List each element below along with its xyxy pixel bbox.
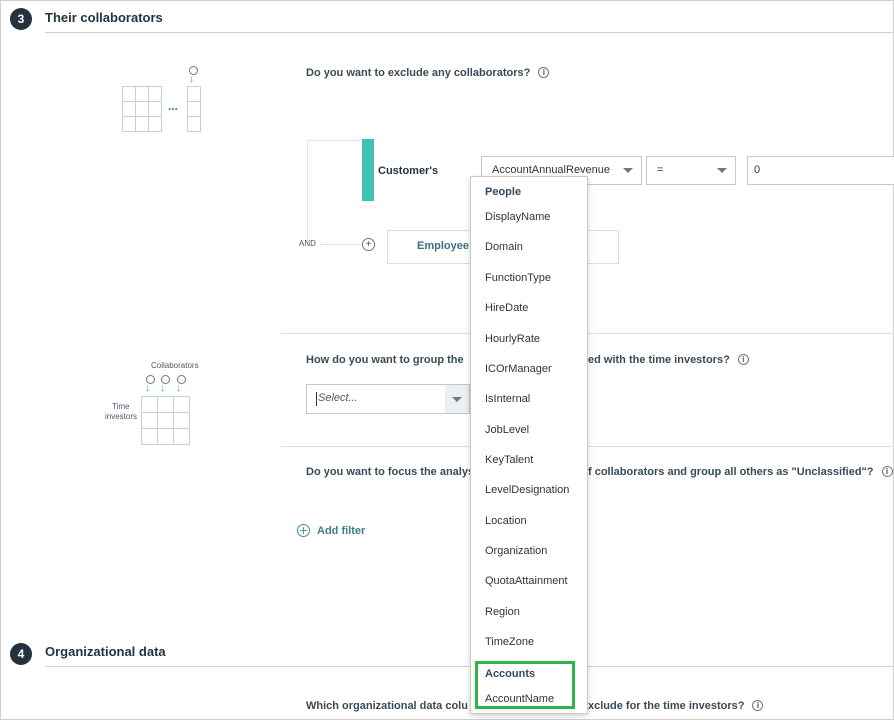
filter-accent-bar (362, 139, 374, 201)
add-filter-label: Add filter (317, 524, 366, 537)
step-number-3: 3 (10, 8, 32, 30)
section-title-organizational-data: Organizational data (45, 644, 166, 659)
arrow-down-icon: ↓ (145, 383, 150, 394)
question-text: Do you want to exclude any collaborators… (306, 67, 531, 79)
filter-entity-label: Customer's (378, 165, 439, 177)
arrow-down-icon: ↓ (160, 383, 165, 394)
arrow-down-icon: ↓ (189, 74, 194, 85)
menu-item-displayname[interactable]: DisplayName (485, 211, 550, 223)
menu-group-header-people: People (485, 186, 522, 198)
question-text: f collaborators and group all others as … (588, 466, 874, 478)
menu-item-keytalent[interactable]: KeyTalent (485, 454, 533, 466)
value-input[interactable]: 0 (747, 156, 894, 185)
question-group-left: How do you want to group the (306, 354, 464, 366)
question-text: ed with the time investors? (588, 354, 730, 366)
menu-item-icormanager[interactable]: ICOrManager (485, 363, 552, 375)
investors-label: investors (105, 412, 138, 421)
operator-value: = (657, 164, 664, 176)
menu-item-leveldesignation[interactable]: LevelDesignation (485, 484, 569, 496)
connector-line (320, 244, 362, 246)
menu-item-domain[interactable]: Domain (485, 241, 523, 253)
collaborators-label: Collaborators (151, 361, 199, 370)
question-group-right: ed with the time investors? i (588, 354, 749, 366)
section-divider (45, 32, 894, 33)
operator-dropdown[interactable]: = (646, 156, 736, 185)
menu-item-hiredate[interactable]: HireDate (485, 302, 528, 314)
info-icon[interactable]: i (881, 466, 893, 477)
time-label: Time (112, 402, 130, 411)
info-icon[interactable]: i (737, 354, 749, 365)
menu-item-timezone[interactable]: TimeZone (485, 636, 534, 648)
menu-item-region[interactable]: Region (485, 606, 520, 618)
text-cursor (316, 392, 317, 406)
menu-item-location[interactable]: Location (485, 515, 527, 527)
and-connector-label: AND (299, 239, 316, 248)
arrow-down-icon: ↓ (176, 383, 181, 394)
group-select-placeholder: Select... (318, 392, 358, 404)
attribute-dropdown-menu: People DisplayName Domain FunctionType H… (470, 176, 588, 714)
question-focus-right: f collaborators and group all others as … (588, 466, 893, 478)
ellipsis-icon: ... (168, 99, 179, 113)
info-icon[interactable]: i (752, 700, 764, 711)
menu-item-organization[interactable]: Organization (485, 545, 547, 557)
accounts-highlight-box (475, 661, 575, 709)
menu-item-isinternal[interactable]: IsInternal (485, 393, 530, 405)
question-exclude-collaborators: Do you want to exclude any collaborators… (306, 67, 550, 79)
question-focus-left: Do you want to focus the analys (306, 466, 475, 478)
value-input-text: 0 (754, 164, 761, 176)
add-filter-button[interactable]: + Add filter (297, 524, 365, 537)
question-org-left: Which organizational data colu (306, 700, 468, 712)
select-toggle[interactable] (445, 385, 469, 413)
add-condition-icon[interactable]: + (362, 238, 375, 251)
menu-item-functiontype[interactable]: FunctionType (485, 272, 551, 284)
info-icon[interactable]: i (538, 67, 550, 78)
chevron-down-icon (717, 168, 727, 173)
chevron-down-icon (452, 397, 462, 402)
filter-connector-lines (307, 140, 360, 245)
question-text: xclude for the time investors? (588, 700, 745, 712)
step-number-4: 4 (10, 643, 32, 665)
attribute-value: AccountAnnualRevenue (492, 164, 611, 176)
menu-item-joblevel[interactable]: JobLevel (485, 424, 529, 436)
add-icon: + (297, 524, 310, 537)
collaborator-exclude-illustration (122, 86, 202, 136)
section-title-collaborators: Their collaborators (45, 10, 163, 25)
group-select[interactable]: Select... (306, 384, 470, 414)
question-org-right: xclude for the time investors? i (588, 700, 764, 712)
menu-item-quotaattainment[interactable]: QuotaAttainment (485, 575, 568, 587)
chevron-down-icon (623, 168, 633, 173)
employee-button-label: Employee (417, 240, 469, 252)
menu-item-hourlyrate[interactable]: HourlyRate (485, 333, 540, 345)
group-collaborators-illustration (141, 396, 191, 446)
